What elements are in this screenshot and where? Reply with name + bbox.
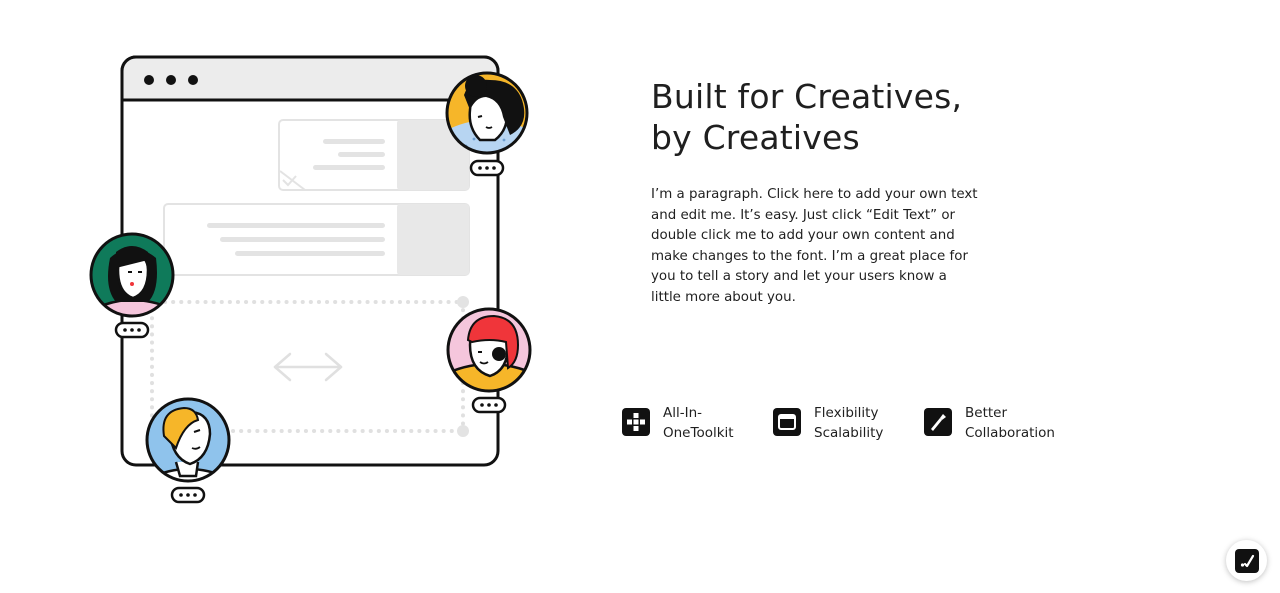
heading-line-1: Built for Creatives, xyxy=(651,77,963,116)
section-heading: Built for Creatives, by Creatives xyxy=(651,76,1031,158)
pen-nib-icon xyxy=(924,408,952,436)
avatar-blue xyxy=(145,397,231,504)
placeholder-card-2 xyxy=(163,203,470,276)
edit-check-icon xyxy=(1234,548,1259,573)
feature-label: Better Collaboration xyxy=(965,405,1055,441)
intro-paragraph: I’m a paragraph. Click here to add your … xyxy=(651,187,978,305)
browser-window-icon xyxy=(773,408,801,436)
placeholder-card-1 xyxy=(278,119,470,191)
feature-label: All-In- OneToolkit xyxy=(663,405,734,441)
edit-fab-button[interactable] xyxy=(1226,540,1267,581)
grid-blocks-icon xyxy=(622,408,650,436)
collaboration-illustration xyxy=(89,55,532,504)
heading-line-2: by Creatives xyxy=(651,118,860,157)
feature-label: Flexibility Scalability xyxy=(814,405,884,441)
